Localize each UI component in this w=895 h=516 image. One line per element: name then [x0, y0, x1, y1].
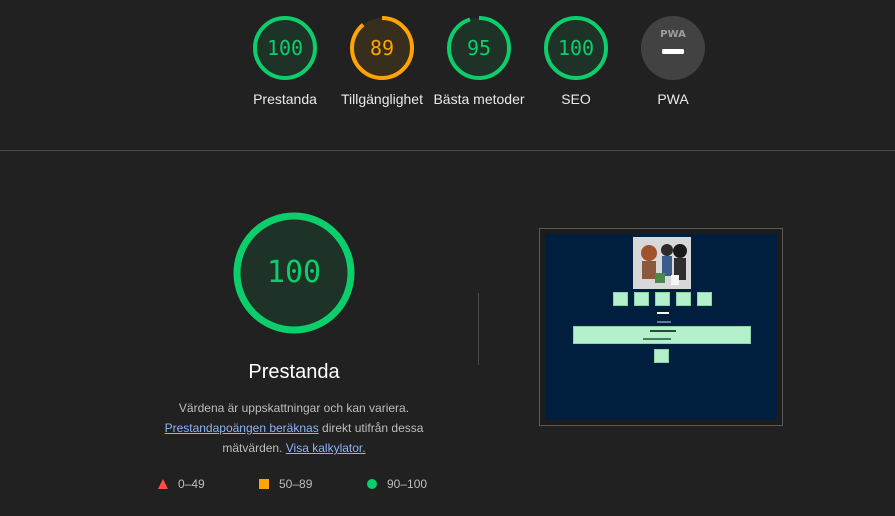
- score-description: Värdena är uppskattningar och kan varier…: [144, 398, 444, 458]
- triangle-icon: [158, 478, 168, 489]
- pwa-badge-text: PWA: [660, 29, 686, 40]
- screenshot-nav-button: [613, 292, 628, 306]
- screenshot-heading: [657, 312, 669, 314]
- legend-range: 90–100: [387, 476, 428, 491]
- screenshot-card-text: [650, 330, 676, 332]
- screenshot-canvas: [545, 234, 777, 420]
- vertical-separator: [478, 293, 479, 365]
- circle-icon: [367, 478, 377, 489]
- gauge-label: PWA: [657, 91, 689, 107]
- screenshot-small-button: [654, 349, 669, 363]
- calculator-link[interactable]: Visa kalkylator.: [286, 441, 366, 455]
- legend-pass: 90–100: [367, 476, 427, 491]
- gauge-label: Bästa metoder: [433, 91, 525, 107]
- gauge-score: 100: [266, 36, 304, 60]
- screenshot-nav-button: [655, 292, 670, 306]
- gauge-label: Tillgänglighet: [341, 91, 423, 107]
- final-screenshot-thumbnail[interactable]: [539, 228, 783, 426]
- gauge-accessibility[interactable]: 89 Tillgänglighet: [334, 15, 430, 109]
- legend-average: 50–89: [259, 476, 312, 491]
- screenshot-subtext: [657, 321, 671, 323]
- screenshot-nav-button: [697, 292, 712, 306]
- screenshot-nav-button: [634, 292, 649, 306]
- pwa-badge-icon: PWA: [641, 16, 705, 80]
- gauge-seo[interactable]: 100 SEO: [528, 15, 624, 109]
- score-calc-link[interactable]: Prestandapoängen beräknas: [165, 421, 319, 435]
- gauge-score: 100: [557, 36, 595, 60]
- screenshot-card-subtext: [643, 338, 671, 340]
- gauge-pwa[interactable]: PWA PWA: [625, 15, 721, 109]
- legend-range: 0–49: [178, 476, 205, 491]
- desc-text-1: Värdena är uppskattningar och kan varier…: [178, 401, 410, 415]
- main-score-gauge: 100: [229, 212, 359, 342]
- category-gauges: 100 Prestanda 89 Tillgänglighet 95 Bästa…: [0, 0, 895, 150]
- square-icon: [259, 478, 269, 489]
- legend-fail: 0–49: [158, 476, 205, 491]
- screenshot-hero-image: [633, 237, 691, 289]
- screenshot-nav-button: [676, 292, 691, 306]
- gauge-performance[interactable]: 100 Prestanda: [237, 15, 333, 109]
- legend-range: 50–89: [279, 476, 313, 491]
- main-category-title: Prestanda: [248, 361, 340, 383]
- gauge-label: Prestanda: [253, 91, 317, 107]
- section-divider: [0, 150, 895, 151]
- main-score: 100: [266, 255, 322, 290]
- gauge-score: 95: [466, 36, 492, 60]
- gauge-score: 89: [369, 36, 395, 60]
- gauge-best-practices[interactable]: 95 Bästa metoder: [431, 15, 527, 109]
- gauge-label: SEO: [561, 91, 591, 107]
- screenshot-card: [573, 326, 751, 344]
